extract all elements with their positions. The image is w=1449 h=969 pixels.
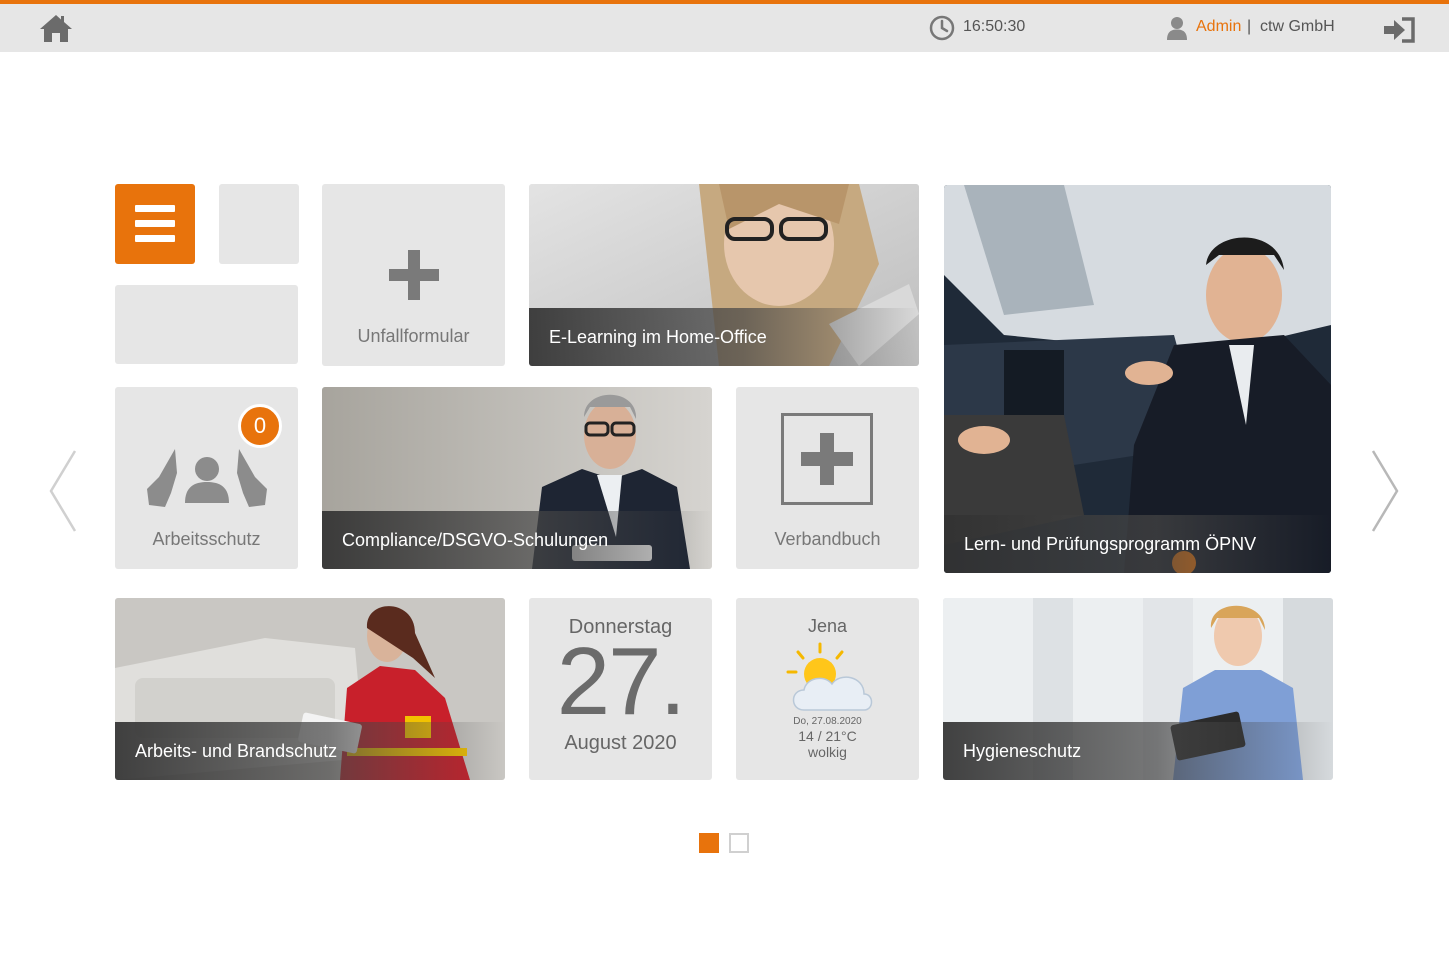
date-day: 27. — [556, 628, 686, 735]
weather-city: Jena — [807, 616, 848, 636]
previous-page-arrow[interactable] — [48, 449, 78, 533]
brandschutz-label: Arbeits- und Brandschutz — [135, 741, 338, 761]
header-separator: | — [1247, 18, 1252, 35]
verbandbuch-label: Verbandbuch — [774, 529, 881, 549]
weather-tile: Jena Do, 27.08.2020 14 / 21°C wolkig — [736, 598, 919, 780]
logout-icon[interactable] — [1382, 16, 1416, 44]
protected-person-icon — [147, 449, 267, 507]
partly-cloudy-icon — [786, 642, 873, 711]
opnv-tile[interactable]: Lern- und Prüfungsprogramm ÖPNV — [944, 185, 1331, 573]
hamburger-icon — [135, 205, 175, 242]
page-indicator-1[interactable] — [699, 833, 719, 853]
compliance-tile[interactable]: Compliance/DSGVO-Schulungen — [322, 387, 712, 569]
opnv-label: Lern- und Prüfungsprogramm ÖPNV — [964, 534, 1257, 554]
elearning-tile[interactable]: E-Learning im Home-Office — [529, 184, 919, 366]
arbeitsschutz-label: Arbeitsschutz — [152, 529, 261, 549]
company-name: ctw GmbH — [1260, 18, 1335, 35]
date-month-year: August 2020 — [564, 732, 677, 754]
notification-badge: 0 — [238, 404, 282, 448]
page-indicator-2[interactable] — [729, 833, 749, 853]
user-icon — [1167, 17, 1187, 40]
top-bar: 16:50:30 Admin | ctw GmbH — [0, 0, 1449, 52]
home-icon[interactable] — [38, 12, 74, 44]
hygiene-label: Hygieneschutz — [963, 741, 1082, 761]
user-name-link[interactable]: Admin — [1196, 18, 1241, 36]
clock-icon — [929, 15, 955, 41]
plus-icon — [389, 250, 439, 300]
first-aid-plus-icon — [781, 413, 873, 505]
weather-temps: 14 / 21°C — [798, 728, 857, 744]
date-tile: Donnerstag 27. August 2020 — [529, 598, 712, 780]
weather-condition: wolkig — [808, 744, 847, 760]
next-page-arrow[interactable] — [1370, 449, 1400, 533]
weather-date: Do, 27.08.2020 — [793, 716, 862, 727]
verbandbuch-tile[interactable]: Verbandbuch — [736, 387, 919, 569]
empty-tile-small[interactable] — [219, 184, 299, 264]
brandschutz-tile[interactable]: Arbeits- und Brandschutz — [115, 598, 505, 780]
unfallformular-tile[interactable]: Unfallformular — [322, 184, 505, 366]
empty-tile-wide[interactable] — [115, 285, 298, 364]
menu-tile[interactable] — [115, 184, 195, 264]
clock-time: 16:50:30 — [963, 18, 1026, 35]
compliance-label: Compliance/DSGVO-Schulungen — [342, 530, 609, 550]
hygiene-tile[interactable]: Hygieneschutz — [943, 598, 1333, 780]
unfallformular-label: Unfallformular — [357, 326, 470, 346]
elearning-label: E-Learning im Home-Office — [549, 327, 767, 347]
